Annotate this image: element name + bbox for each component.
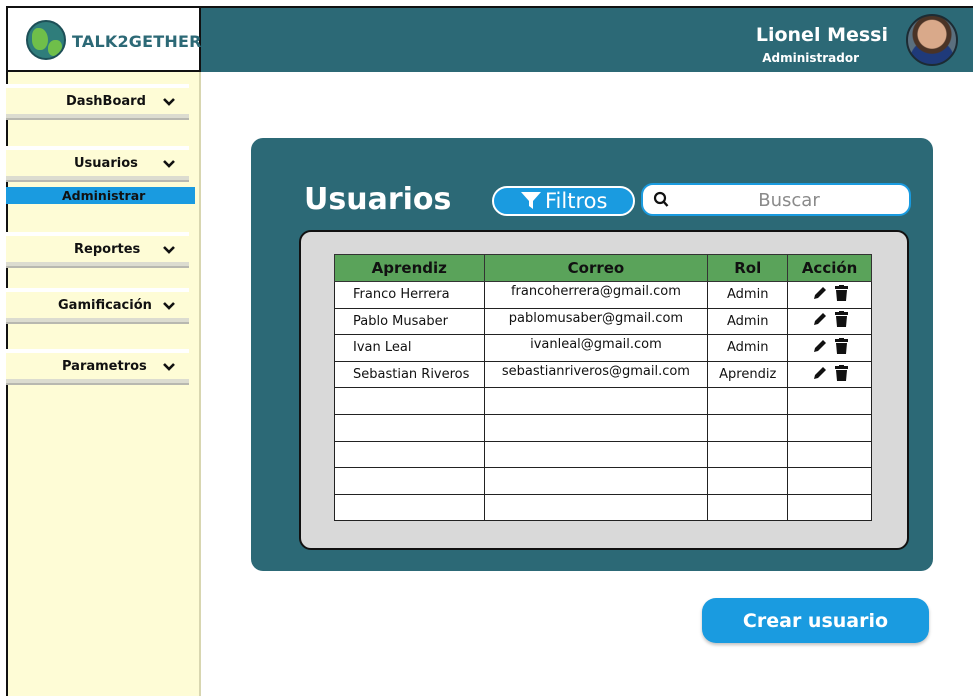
- delete-icon[interactable]: [834, 364, 848, 381]
- cell-name: Ivan Leal: [334, 334, 485, 362]
- filter-button[interactable]: Filtros: [492, 186, 635, 216]
- sidebar-item-parametros[interactable]: Parametros: [6, 349, 189, 383]
- table-row: Ivan Leal ivanleal@gmail.com Admin: [334, 334, 872, 362]
- sidebar-item-label: DashBoard: [66, 93, 146, 109]
- edit-icon[interactable]: [812, 311, 828, 327]
- chevron-down-icon: [163, 160, 175, 168]
- empty-table-row: [334, 440, 872, 469]
- cell-role: Admin: [707, 281, 789, 309]
- cell-role: Admin: [707, 307, 789, 336]
- sidebar-item-reportes[interactable]: Reportes: [6, 232, 189, 266]
- globe-icon: [26, 20, 66, 60]
- cell-actions: [787, 334, 872, 362]
- sidebar-item-label: Usuarios: [74, 155, 138, 171]
- empty-table-row: [334, 467, 872, 495]
- cell-name: Pablo Musaber: [334, 307, 485, 336]
- search-box[interactable]: [641, 183, 911, 216]
- cell-actions: [787, 360, 872, 389]
- chevron-down-icon: [163, 302, 175, 310]
- cell-email: ivanleal@gmail.com: [483, 334, 709, 362]
- brand-name: TALK2GETHER: [72, 32, 202, 51]
- empty-table-row: [334, 413, 872, 442]
- cell-role: Admin: [707, 334, 789, 362]
- table-row: Pablo Musaber pablomusaber@gmail.com Adm…: [334, 307, 872, 336]
- sidebar-item-label: Gamificación: [58, 297, 152, 313]
- delete-icon[interactable]: [834, 284, 848, 301]
- cell-email: sebastianriveros@gmail.com: [483, 360, 709, 389]
- sidebar-subitem-administrar[interactable]: Administrar: [6, 187, 195, 204]
- table-row: Sebastian Riveros sebastianriveros@gmail…: [334, 360, 872, 389]
- chevron-down-icon: [163, 98, 175, 106]
- edit-icon[interactable]: [812, 365, 828, 381]
- table-row: Franco Herrera francoherrera@gmail.com A…: [334, 281, 872, 309]
- cell-email: pablomusaber@gmail.com: [483, 307, 709, 336]
- page-title: Usuarios: [304, 182, 452, 217]
- column-header-aprendiz: Aprendiz: [334, 254, 485, 282]
- sidebar-item-dashboard[interactable]: DashBoard: [6, 84, 189, 118]
- filter-label: Filtros: [545, 189, 608, 213]
- create-user-button[interactable]: Crear usuario: [702, 598, 929, 643]
- sidebar-subitem-label: Administrar: [62, 188, 146, 203]
- sidebar-item-gamificacion[interactable]: Gamificación: [6, 288, 189, 322]
- avatar[interactable]: [906, 14, 958, 66]
- user-role: Administrador: [762, 51, 859, 65]
- delete-icon[interactable]: [834, 337, 848, 354]
- column-header-accion: Acción: [787, 254, 872, 282]
- cell-actions: [787, 281, 872, 309]
- cell-name: Franco Herrera: [334, 281, 485, 309]
- cell-email: francoherrera@gmail.com: [483, 281, 709, 309]
- sidebar-item-label: Parametros: [62, 358, 147, 374]
- edit-icon[interactable]: [812, 338, 828, 354]
- chevron-down-icon: [163, 246, 175, 254]
- sidebar-item-usuarios[interactable]: Usuarios: [6, 146, 189, 180]
- edit-icon[interactable]: [812, 285, 828, 301]
- search-icon: [653, 191, 669, 207]
- empty-table-row: [334, 493, 872, 522]
- cell-role: Aprendiz: [707, 360, 789, 389]
- brand-logo[interactable]: TALK2GETHER: [8, 8, 201, 72]
- empty-table-row: [334, 387, 872, 415]
- users-table: Aprendiz Correo Rol Acción Franco Herrer…: [334, 254, 872, 522]
- column-header-rol: Rol: [707, 254, 789, 282]
- search-input[interactable]: [673, 188, 905, 212]
- table-header-row: Aprendiz Correo Rol Acción: [334, 254, 872, 282]
- filter-icon: [521, 192, 541, 209]
- delete-icon[interactable]: [834, 311, 848, 328]
- user-name: Lionel Messi: [755, 24, 888, 46]
- sidebar-item-label: Reportes: [74, 241, 141, 257]
- cell-name: Sebastian Riveros: [334, 360, 485, 389]
- chevron-down-icon: [163, 363, 175, 371]
- cell-actions: [787, 307, 872, 336]
- column-header-correo: Correo: [483, 254, 709, 282]
